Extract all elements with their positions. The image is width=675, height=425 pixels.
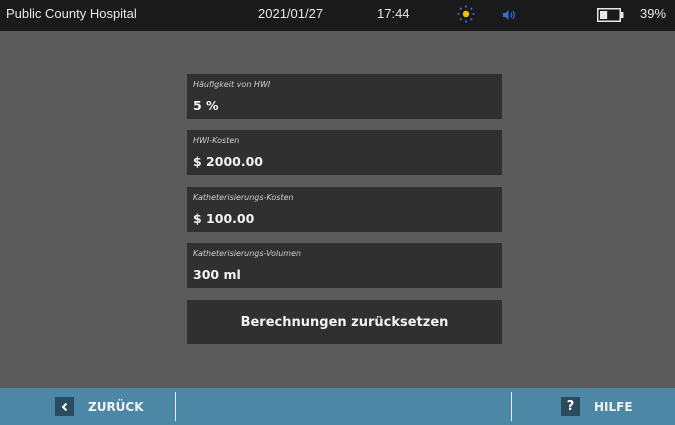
- status-bar: Public County Hospital 2021/01/27 17:44 …: [0, 0, 675, 31]
- chevron-left-icon: [55, 397, 74, 416]
- status-date: 2021/01/27: [258, 6, 324, 21]
- field-value: $ 2000.00: [193, 154, 263, 169]
- catheterization-cost-field[interactable]: Katheterisierungs-Kosten $ 100.00: [187, 187, 502, 232]
- divider: [175, 392, 176, 421]
- field-value: $ 100.00: [193, 211, 255, 226]
- battery-icon: [597, 8, 625, 25]
- back-button[interactable]: ZURÜCK: [55, 396, 144, 417]
- status-time: 17:44: [377, 6, 410, 21]
- help-button[interactable]: ? HILFE: [561, 396, 633, 417]
- battery-percent: 39%: [640, 6, 667, 21]
- uti-cost-field[interactable]: HWI-Kosten $ 2000.00: [187, 130, 502, 175]
- hospital-name: Public County Hospital: [6, 6, 137, 21]
- back-label: ZURÜCK: [88, 399, 144, 414]
- question-icon: ?: [561, 397, 580, 416]
- bottom-bar: ZURÜCK ? HILFE: [0, 388, 675, 425]
- sun-icon: [455, 3, 477, 28]
- field-label: Katheterisierungs-Volumen: [193, 249, 302, 258]
- speaker-icon: [502, 8, 518, 25]
- field-value: 5 %: [193, 98, 219, 113]
- field-label: Häufigkeit von HWI: [193, 80, 271, 89]
- uti-frequency-field[interactable]: Häufigkeit von HWI 5 %: [187, 74, 502, 119]
- reset-calculations-button[interactable]: Berechnungen zurücksetzen: [187, 300, 502, 344]
- field-value: 300 ml: [193, 267, 241, 282]
- field-label: Katheterisierungs-Kosten: [193, 193, 294, 202]
- divider: [511, 392, 512, 421]
- catheterization-volume-field[interactable]: Katheterisierungs-Volumen 300 ml: [187, 243, 502, 288]
- help-label: HILFE: [594, 399, 633, 414]
- field-label: HWI-Kosten: [193, 136, 240, 145]
